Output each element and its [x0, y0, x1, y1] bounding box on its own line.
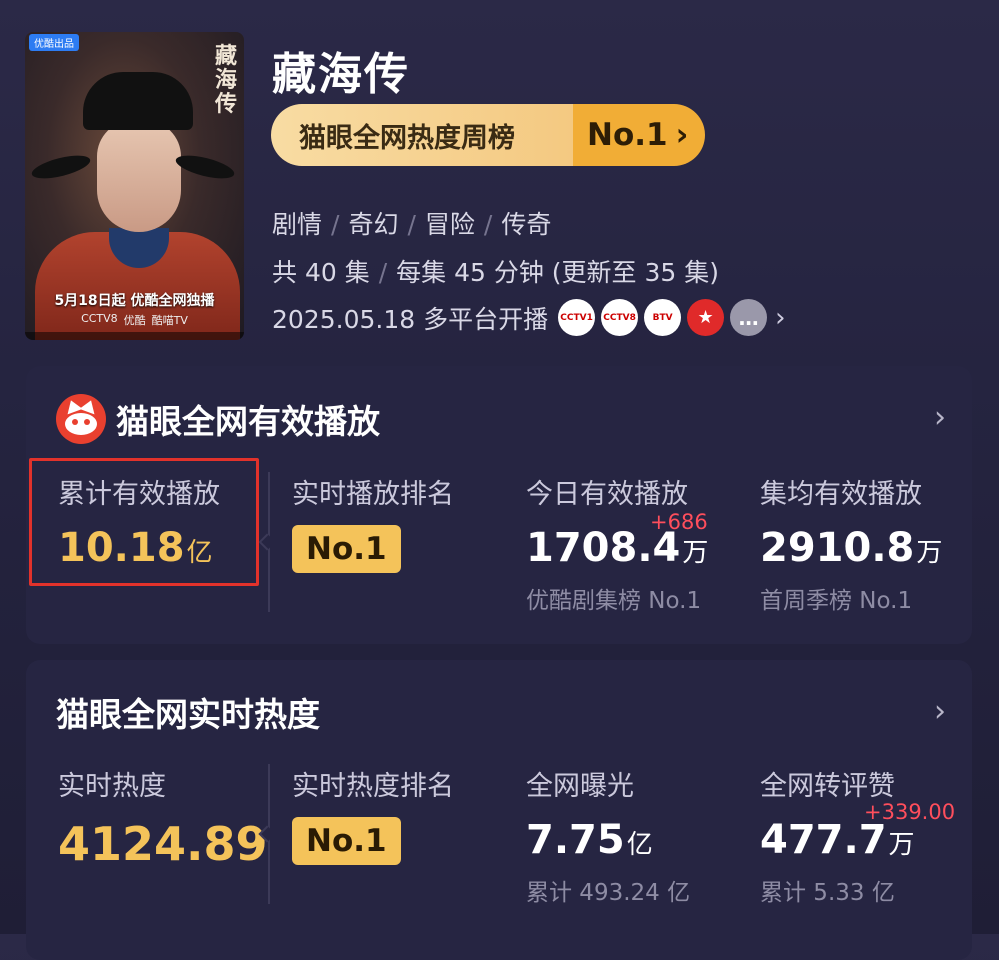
- stat-label: 全网曝光: [526, 771, 634, 802]
- card-title-text: 猫眼全网有效播放: [116, 402, 380, 441]
- stat-today-play: 今日有效播放 1708.4万 +686 优酷剧集榜 No.1: [526, 472, 708, 615]
- stat-exposure: 全网曝光 7.75亿 累计 493.24 亿: [526, 764, 690, 907]
- air-date-row[interactable]: 2025.05.18 多平台开播 CCTV1 CCTV8 BTV ★ … ›: [272, 299, 786, 336]
- stat-label: 实时热度排名: [292, 771, 454, 802]
- divider: [268, 472, 270, 612]
- divider: [268, 764, 270, 904]
- stat-realtime-rank: 实时播放排名 No.1: [292, 472, 454, 573]
- genre-tag: 奇幻: [348, 210, 399, 239]
- poster-brand-tag: 优酷出品: [29, 34, 79, 51]
- highlight-box: [29, 458, 259, 586]
- stat-avg-play: 集均有效播放 2910.8万 首周季榜 No.1: [760, 472, 942, 615]
- stat-label: 全网转评赞: [760, 771, 895, 802]
- card-title: 猫眼全网实时热度: [56, 688, 320, 736]
- episode-info: 共 40 集 / 每集 45 分钟 (更新至 35 集): [272, 258, 720, 287]
- poster-platform: CCTV8: [81, 312, 118, 325]
- delta-badge: +339.00: [864, 800, 956, 824]
- air-date: 2025.05.18 多平台开播: [272, 304, 549, 334]
- show-title: 藏海传: [272, 49, 410, 100]
- poster-platform: 优酷: [123, 314, 146, 327]
- realtime-heat-card[interactable]: 猫眼全网实时热度 › 实时热度 4124.89 实时热度排名 No.1 全网曝光…: [26, 660, 972, 960]
- show-poster[interactable]: 优酷出品 藏海传 5月18日起 优酷全网独播 CCTV8 优酷 酷喵TV: [25, 32, 244, 340]
- stat-value: 7.75亿: [526, 817, 653, 863]
- chevron-right-icon[interactable]: ›: [934, 400, 946, 435]
- weekly-rank-pill[interactable]: 猫眼全网热度周榜 No.1 ›: [271, 104, 705, 166]
- poster-footer: [25, 332, 244, 340]
- stat-value: 4124.89: [58, 817, 268, 871]
- delta-badge: +686: [650, 510, 708, 534]
- rank-badge: No.1: [292, 525, 401, 573]
- dragon-tv-logo-icon: ★: [687, 299, 725, 336]
- rank-pill-label: 猫眼全网热度周榜: [271, 104, 573, 166]
- stat-label: 集均有效播放: [760, 479, 922, 510]
- more-icon: …: [730, 299, 768, 336]
- stat-sub: 累计 493.24 亿: [526, 880, 691, 906]
- genre-tag: 冒险: [424, 210, 475, 239]
- rank-pill-value: No.1 ›: [573, 104, 705, 166]
- stat-label: 实时播放排名: [292, 479, 454, 510]
- episode-detail: 每集 45 分钟 (更新至 35 集): [396, 258, 720, 287]
- chevron-right-icon: ›: [675, 117, 689, 153]
- stat-engagement: 全网转评赞 477.7万 +339.00 累计 5.33 亿: [760, 764, 955, 907]
- poster-date: 5月18日起 优酷全网独播: [54, 293, 215, 309]
- genre-tag: 传奇: [501, 210, 552, 239]
- stat-label: 今日有效播放: [526, 479, 688, 510]
- poster-hat-wing-right: [173, 151, 237, 183]
- btv-logo-icon: BTV: [644, 299, 682, 336]
- chevron-right-icon: ›: [775, 302, 786, 333]
- maoyan-cat-icon: [56, 394, 106, 444]
- stat-realtime-heat: 实时热度 4124.89: [58, 764, 268, 871]
- stat-heat-rank: 实时热度排名 No.1: [292, 764, 454, 865]
- cctv1-logo-icon: CCTV1: [558, 299, 596, 336]
- chevron-right-icon[interactable]: ›: [934, 694, 946, 729]
- stat-label: 实时热度: [58, 771, 166, 802]
- stat-sub: 优酷剧集榜 No.1: [526, 588, 702, 614]
- poster-face: [97, 120, 181, 232]
- stat-sub: 首周季榜 No.1: [760, 588, 913, 614]
- card-title-text: 猫眼全网实时热度: [56, 695, 320, 734]
- card-title: 猫眼全网有效播放: [56, 394, 380, 444]
- stat-sub: 累计 5.33 亿: [760, 880, 895, 906]
- poster-hat: [83, 72, 193, 130]
- episode-count: 共 40 集: [272, 258, 370, 287]
- poster-hat-wing-left: [29, 151, 93, 183]
- poster-platforms: CCTV8 优酷 酷喵TV: [33, 312, 236, 328]
- poster-vertical-title: 藏海传: [215, 43, 238, 117]
- cctv8-logo-icon: CCTV8: [601, 299, 639, 336]
- genre-list: 剧情 / 奇幻 / 冒险 / 传奇: [272, 210, 552, 239]
- stat-value: 2910.8万: [760, 525, 943, 571]
- rank-pill-rank: No.1: [587, 117, 668, 153]
- rank-badge: No.1: [292, 817, 401, 865]
- genre-tag: 剧情: [272, 210, 323, 239]
- poster-platform: 酷喵TV: [151, 314, 188, 327]
